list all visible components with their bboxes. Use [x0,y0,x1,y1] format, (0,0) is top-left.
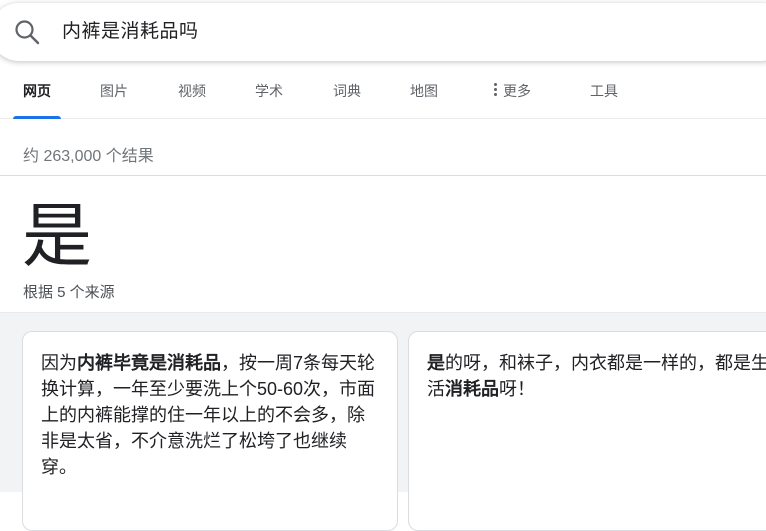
card-text-highlight: 内裤毕竟是消耗品 [77,353,221,373]
source-count[interactable]: 根据 5 个来源 [23,281,115,302]
search-bar[interactable]: 内裤是消耗品吗 [0,3,766,61]
tab-tools[interactable]: 工具 [590,62,618,119]
tab-scholar[interactable]: 学术 [255,62,283,119]
source-card[interactable]: 因为内裤毕竟是消耗品，按一周7条每天轮换计算，一年至少要洗上个50-60次，市面… [22,331,398,531]
answer-text: 是 [22,195,92,277]
tab-maps[interactable]: 地图 [410,62,438,119]
tab-more[interactable]: 更多 [494,62,531,119]
result-stats: 约 263,000 个结果 [23,148,154,165]
more-vert-icon [494,83,498,97]
tab-more-label: 更多 [503,83,531,99]
tab-videos[interactable]: 视频 [178,62,206,119]
search-input[interactable]: 内裤是消耗品吗 [62,3,199,61]
card-text: 因为 [41,353,77,373]
tab-dictionary[interactable]: 词典 [333,62,361,119]
card-text-highlight: 消耗品 [445,379,499,399]
source-card[interactable]: 是的呀，和袜子，内衣都是一样的，都是生活消耗品呀！ [408,331,766,531]
card-text: 呀！ [499,379,535,399]
card-text-highlight: 是 [427,353,445,373]
featured-answer: 是 根据 5 个来源 [0,175,766,312]
tab-web[interactable]: 网页 [13,62,61,119]
search-icon[interactable] [14,19,40,45]
tab-images[interactable]: 图片 [100,62,128,119]
source-cards: 因为内裤毕竟是消耗品，按一周7条每天轮换计算，一年至少要洗上个50-60次，市面… [0,312,766,531]
search-tabs: 网页 图片 视频 学术 词典 地图 更多 工具 [0,62,766,119]
